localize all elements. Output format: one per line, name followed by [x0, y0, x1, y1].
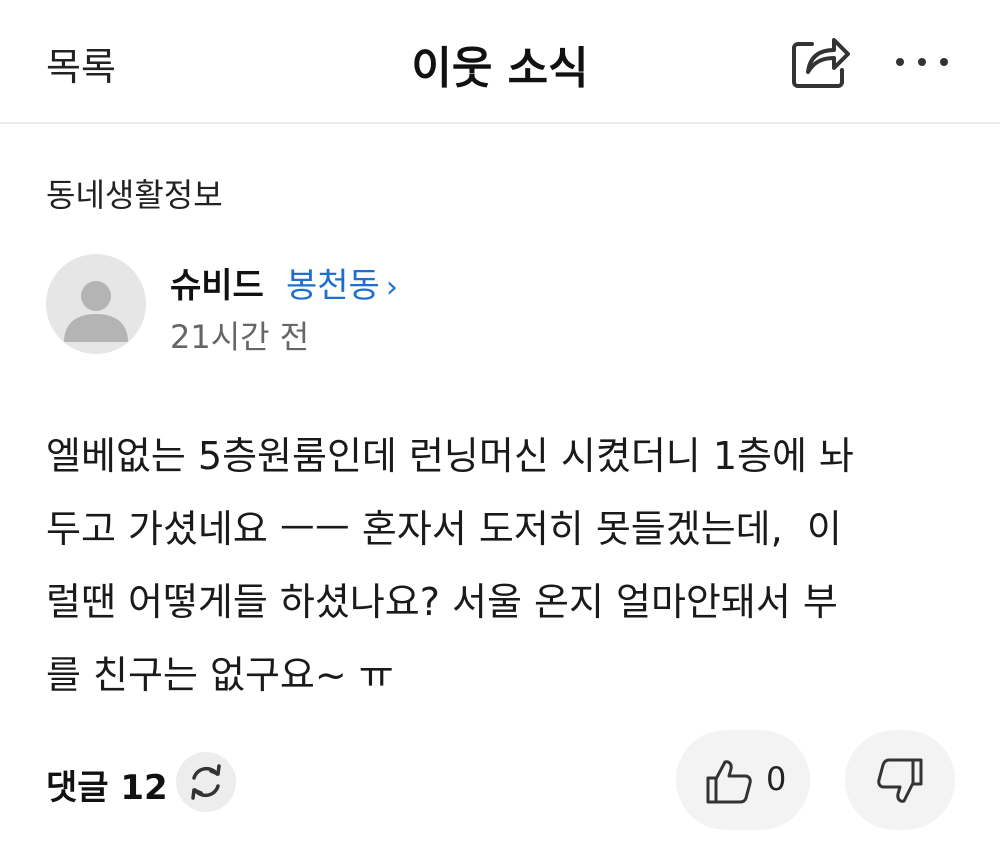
comments-count[interactable]: 댓글 12 — [46, 760, 168, 809]
post-body-line: 엘베없는 5층원룸인데 런닝머신 시켰더니 1층에 놔 — [46, 434, 854, 478]
post-body: 엘베없는 5층원룸인데 런닝머신 시켰더니 1층에 놔 두고 가셨네요 ㅡㅡ 혼… — [46, 420, 946, 712]
top-bar: 목록 이웃 소식 — [0, 0, 1000, 124]
refresh-comments-button[interactable] — [176, 752, 236, 812]
thumbs-up-icon — [706, 760, 752, 804]
dislike-button[interactable] — [845, 730, 955, 830]
author-avatar[interactable] — [46, 254, 146, 354]
post-body-line: 두고 가셨네요 ㅡㅡ 혼자서 도저히 못들겠는데, 이 — [46, 507, 842, 551]
user-avatar-icon — [64, 281, 128, 342]
like-button[interactable]: 0 — [676, 730, 810, 830]
author-name[interactable]: 슈비드 — [170, 258, 264, 307]
more-options-button[interactable] — [890, 40, 954, 84]
share-icon — [792, 38, 850, 88]
more-icon — [896, 58, 948, 66]
chevron-right-icon: › — [385, 270, 398, 305]
share-button[interactable] — [788, 32, 852, 92]
post-body-line: 를 친구는 없구요~ ㅠ — [46, 653, 394, 697]
location-label: 봉천동 — [286, 266, 380, 306]
author-location-link[interactable]: 봉천동 › — [286, 258, 398, 307]
post-body-line: 럴땐 어떻게들 하셨나요? 서울 온지 얼마안돼서 부 — [46, 580, 838, 624]
post-category: 동네생활정보 — [46, 176, 223, 214]
thumbs-down-icon — [877, 758, 923, 803]
like-count: 0 — [766, 760, 787, 798]
post-time: 21시간 전 — [170, 318, 310, 356]
refresh-icon — [191, 764, 221, 800]
